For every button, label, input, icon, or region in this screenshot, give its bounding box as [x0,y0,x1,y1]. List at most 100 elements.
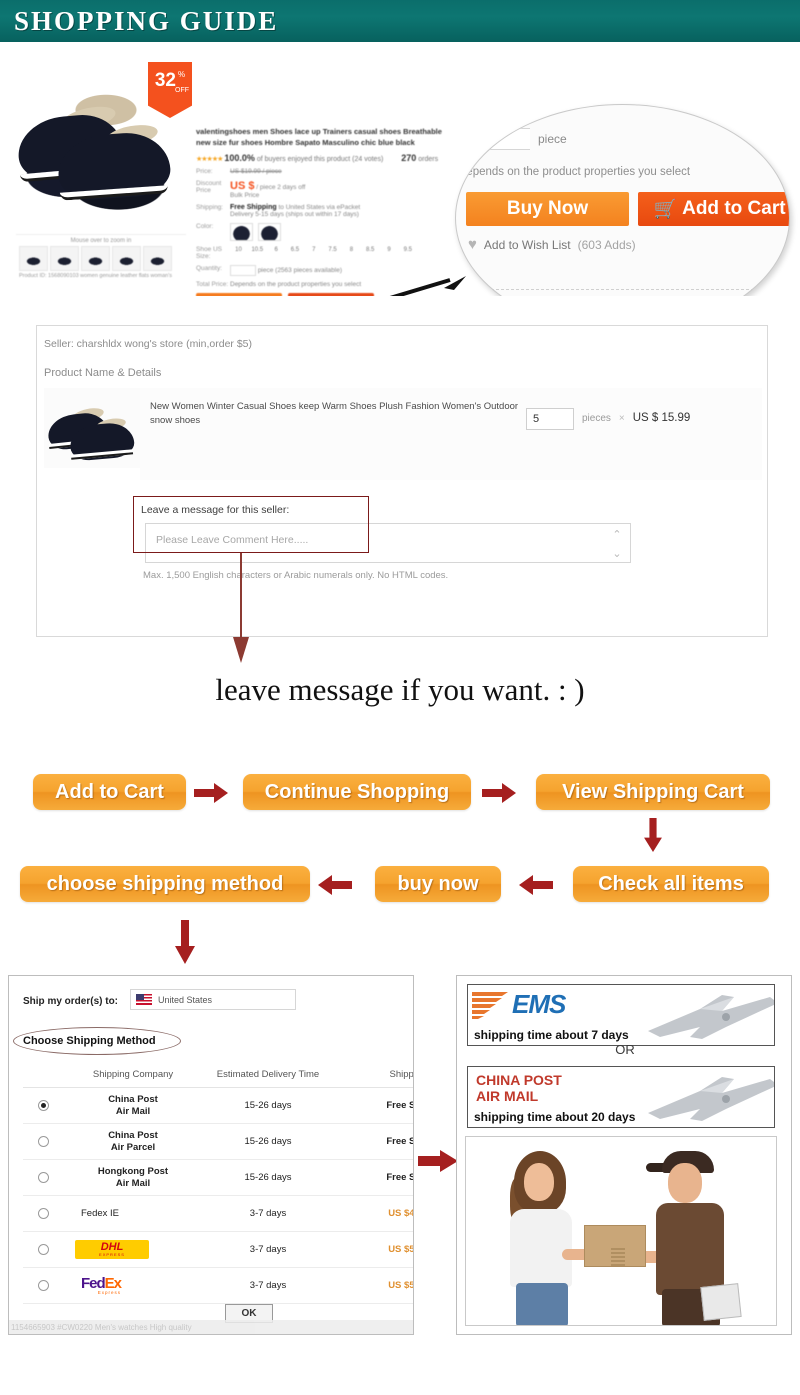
flow-arrow-right-1 [194,783,228,803]
thumbnail-3[interactable] [81,246,110,271]
shipping-row: Shipping: Free Shipping to United States… [196,204,462,218]
total-price-label: Total Price: [196,281,229,288]
thumbnail-5[interactable] [143,246,172,271]
flow-arrow-left-1 [519,875,553,895]
magnified-total-price-text: Depends on the product properties you se… [458,166,691,178]
color-swatch-2[interactable] [257,223,281,241]
flow-step-choose-shipping-method[interactable]: choose shipping method [20,866,310,902]
company-logo-cell: DHL EXPRESS [63,1240,203,1259]
buy-now-button[interactable]: Buy Now [196,293,282,296]
price-value: US $19.99 / piece [230,168,282,175]
page-title: SHOPPING GUIDE [14,5,279,36]
thumbnail-1[interactable] [19,246,48,271]
china-post-shipping-time-caption: shipping time about 20 days [474,1110,636,1124]
message-label: Leave a message for this seller: [141,504,290,516]
flow-step-add-to-cart[interactable]: Add to Cart [33,774,186,810]
product-id-text: Product ID: 1568090103 women genuine lea… [19,273,173,279]
company-name: China Post Air Parcel [108,1129,158,1153]
man-face [668,1163,702,1203]
chevron-down-icon[interactable]: ⌄ [612,547,621,560]
country-select[interactable]: United States [130,989,296,1010]
thumbnail-4[interactable] [112,246,141,271]
order-item-quantity-price: 5 pieces × US $ 15.99 [526,388,762,480]
table-row[interactable]: FedExExpress 3-7 days US $56.9 [23,1268,413,1304]
magnified-add-to-cart-button[interactable]: 🛒 Add to Cart [638,192,789,226]
flow-step-check-all-items[interactable]: Check all items [573,866,769,902]
table-row[interactable]: Fedex IE 3-7 days US $45.2 [23,1196,413,1232]
flow-step-view-shipping-cart[interactable]: View Shipping Cart [536,774,770,810]
aliexpress-product-screenshot: 32 % OFF valentingshoes men Shoes lace u… [10,52,465,296]
thumbnail-2[interactable] [50,246,79,271]
add-to-cart-button[interactable]: 🛒 Add to Cart [288,293,374,296]
shipping-radio-dhl[interactable] [23,1244,63,1255]
table-row[interactable]: DHLEXPRESS 3-7 days US $54.9 [23,1232,413,1268]
shipping-cost: Free Ship [386,1100,413,1111]
radio-icon[interactable] [37,1244,49,1255]
shipping-radio-hongkong-post-air-mail[interactable] [23,1172,63,1183]
arrow-right-to-time-panel [418,1150,458,1172]
woman-face [524,1163,554,1201]
size-option[interactable]: 8 [343,247,360,253]
radio-icon[interactable] [37,1172,49,1183]
shipping-radio-china-post-air-parcel[interactable] [23,1136,63,1147]
radio-icon-selected[interactable] [37,1100,49,1111]
radio-icon[interactable] [37,1136,49,1147]
size-option[interactable]: 10.5 [249,247,266,253]
seller-line: Seller: charshldx wong's store (min,orde… [44,338,253,350]
magnified-wish-list-link[interactable]: ♥ Add to Wish List (603 Adds) [468,236,636,253]
size-option[interactable]: 7.5 [324,247,341,253]
clipboard [700,1283,742,1321]
man-shirt [656,1203,724,1295]
price-label: Price: [196,168,213,175]
textarea-scroll-arrows[interactable]: ⌃ ⌄ [609,528,625,560]
flow-step-continue-shopping[interactable]: Continue Shopping [243,774,471,810]
magnified-wish-label: Add to Wish List [483,237,571,252]
size-options[interactable]: 10 10.5 6 6.5 7 7.5 8 8.5 9 9.5 [230,246,462,260]
size-option[interactable]: 6.5 [286,247,303,253]
table-row[interactable]: Hongkong Post Air Mail 15-26 days Free S… [23,1160,413,1196]
size-option[interactable]: 9 [381,247,398,253]
china-post-line1: CHINA POST [476,1072,562,1088]
shopping-flow-diagram: Add to Cart Continue Shopping View Shipp… [0,768,800,964]
shipping-label: Shipping: [196,204,224,211]
table-row[interactable]: China Post Air Mail 15-26 days Free Ship [23,1088,413,1124]
size-option[interactable]: 9.5 [399,247,416,253]
table-row[interactable]: China Post Air Parcel 15-26 days Free Sh… [23,1124,413,1160]
company-name: China Post Air Mail [108,1093,158,1117]
magnified-coupon-strip: ff per US $ Get a US [456,289,789,296]
bulk-price-link[interactable]: Bulk Price [230,192,462,199]
size-option[interactable]: 7 [305,247,322,253]
magnified-buy-now-button[interactable]: Buy Now [466,192,629,226]
chevron-up-icon[interactable]: ⌃ [612,528,621,541]
shipping-radio-fedex-express[interactable] [23,1280,63,1291]
woman-jeans [516,1283,568,1325]
watermark-strip: 1154665903 #CW0220 Men's watches High qu… [9,1320,413,1334]
china-post-card: CHINA POST AIR MAIL shipping time about … [467,1066,775,1128]
leave-message-caption: leave message if you want. : ) [215,672,585,707]
order-item-name: New Women Winter Casual Shoes keep Warm … [140,388,526,480]
header-shipping-company: Shipping Company [92,1068,174,1080]
size-row: Shoe US Size: 10 10.5 6 6.5 7 7.5 8 8.5 … [196,246,462,260]
size-option[interactable]: 6 [268,247,285,253]
cart-icon: 🛒 [653,199,678,220]
shipping-radio-china-post-air-mail[interactable] [23,1100,63,1111]
order-quantity-input[interactable]: 5 [526,408,574,430]
ems-chevrons-icon [472,992,508,1019]
size-option[interactable]: 10 [230,247,247,253]
thumbnail-strip[interactable] [16,244,186,273]
dhl-logo-icon: DHL EXPRESS [75,1240,149,1259]
radio-icon[interactable] [37,1208,49,1219]
shipping-cost: Free Ship [386,1172,413,1183]
discount-percent-sign: % [178,70,186,79]
size-option[interactable]: 8.5 [362,247,379,253]
quantity-input[interactable] [230,265,256,276]
order-pieces-label: pieces [582,413,611,424]
radio-icon[interactable] [37,1280,49,1291]
color-swatch-1[interactable] [230,223,253,241]
heart-icon: ♥ [468,236,477,253]
discount-number: 32 [154,70,176,91]
shipping-radio-fedex-ie[interactable] [23,1208,63,1219]
magnified-quantity-input[interactable] [470,128,530,150]
company-logo-cell: FedEx Express [63,1276,203,1296]
flow-step-buy-now[interactable]: buy now [375,866,501,902]
